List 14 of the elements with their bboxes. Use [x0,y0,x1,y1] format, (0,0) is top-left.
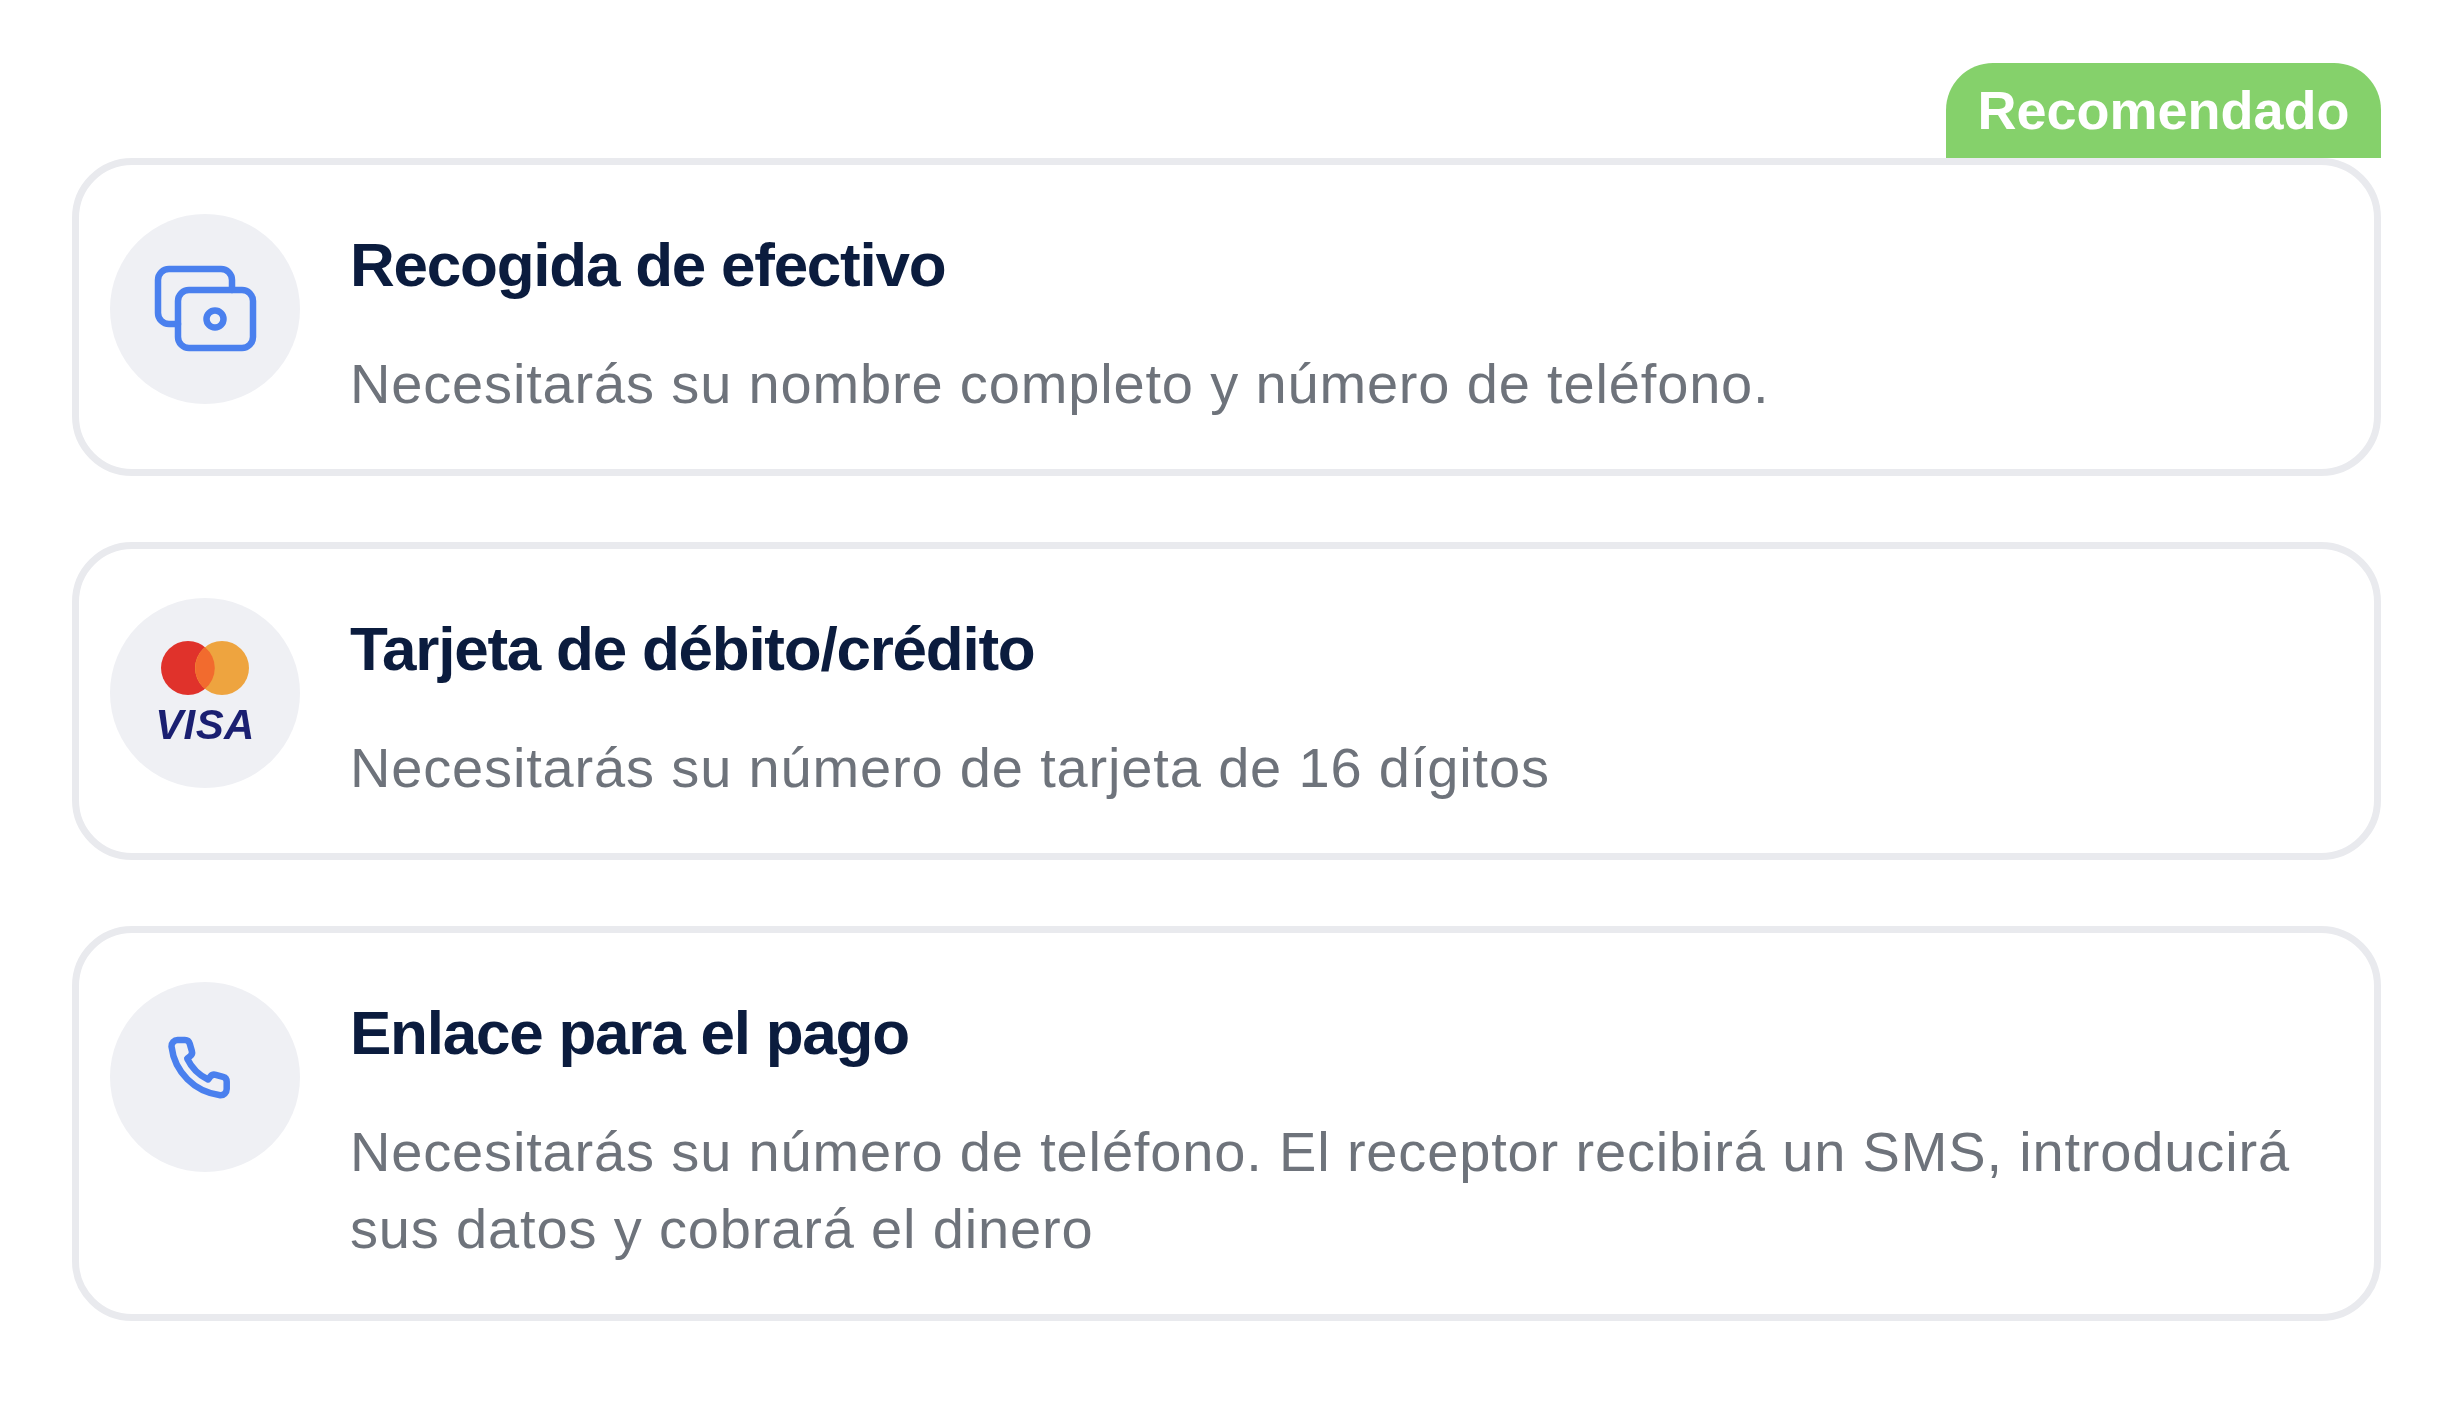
option-title: Tarjeta de débito/crédito [350,613,1036,685]
logo-text: VISA [155,704,255,746]
option-description: Necesitarás su número de teléfono. El receptor recibirá un SMS, introducirá sus datos y cobrará el dinero [350,1119,2291,1262]
option-description: Necesitarás su número de tarjeta de 16 dígitos [350,735,1551,801]
payment-option-card[interactable]: Enlace para el pago Necesitarás su número de teléfono. El receptor recibirá un SMS, introducirá sus datos y cobrará el dinero [72,926,2381,1321]
payment-option-card[interactable]: VISA Tarjeta de débito/crédito Necesitarás su número de tarjeta de 16 dígitos [72,542,2381,860]
recommended-badge: Recomendado [1946,63,2381,158]
option-title: Recogida de efectivo [350,229,947,301]
option-description: Necesitarás su nombre completo y número de teléfono. [350,351,1771,417]
overlapping-circles-icon [161,640,249,696]
banknotes-icon [110,214,300,404]
phone-icon [110,982,300,1172]
option-title: Enlace para el pago [350,997,910,1069]
payment-option-card[interactable]: Recogida de efectivo Necesitarás su nombre completo y número de teléfono. [72,158,2381,476]
